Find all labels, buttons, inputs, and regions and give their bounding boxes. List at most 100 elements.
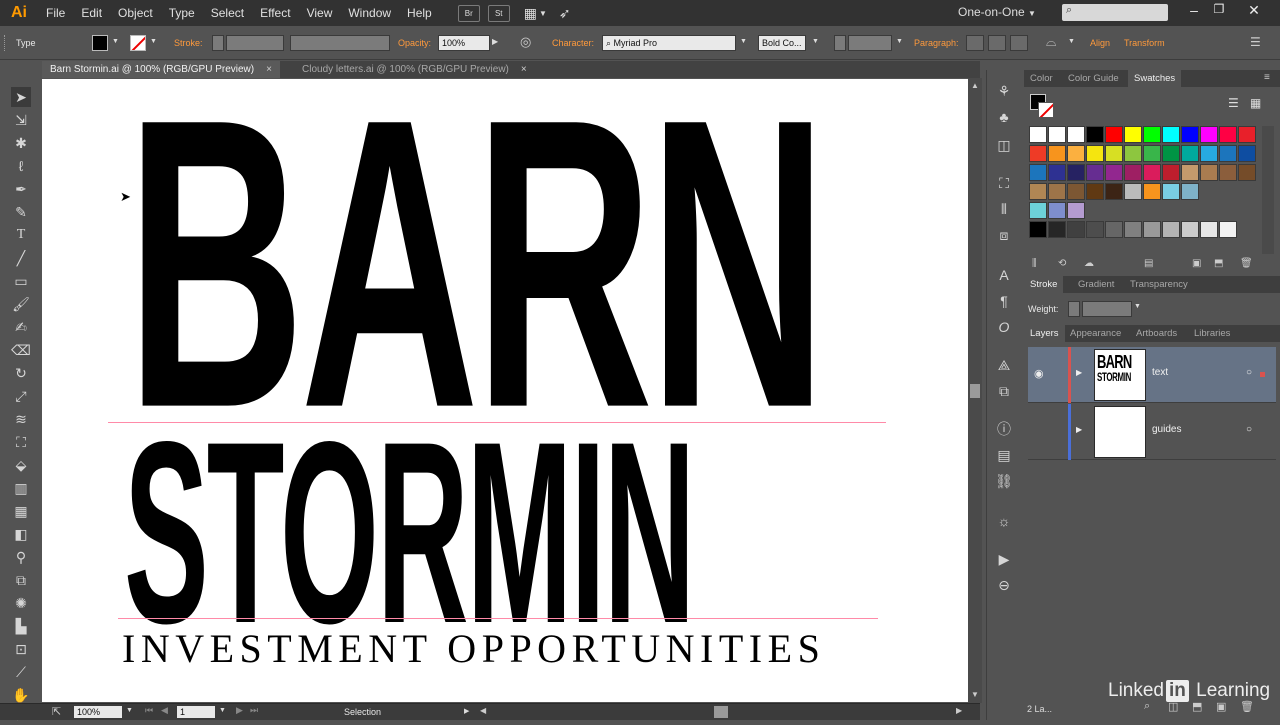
mesh-tool-icon[interactable]: ▦ [11, 501, 31, 521]
artboard-tool-icon[interactable]: ⊡ [11, 639, 31, 659]
new-color-group-icon[interactable]: ▣ [1192, 258, 1201, 269]
color-swatch[interactable] [1181, 126, 1199, 143]
type-tool-icon[interactable]: T [11, 225, 31, 245]
align-link[interactable]: Align [1090, 38, 1110, 48]
menu-view[interactable]: View [299, 6, 341, 20]
color-swatch[interactable] [1029, 183, 1047, 200]
color-swatch[interactable] [1238, 145, 1256, 162]
color-swatch[interactable] [1143, 126, 1161, 143]
color-swatch[interactable] [1086, 145, 1104, 162]
align-icon[interactable]: ⫴ [994, 200, 1014, 218]
menu-effect[interactable]: Effect [252, 6, 298, 20]
color-swatch[interactable] [1105, 164, 1123, 181]
layer-row-text[interactable]: ◉ ▶ BARN STORMIN text ○ [1028, 347, 1276, 403]
menu-object[interactable]: Object [110, 6, 161, 20]
tab-gradient[interactable]: Gradient [1072, 276, 1120, 293]
font-size-stepper[interactable] [834, 35, 846, 51]
restore-icon[interactable]: ❐ [1210, 2, 1228, 20]
color-swatch[interactable] [1048, 126, 1066, 143]
color-swatch[interactable] [1048, 221, 1066, 238]
previous-artboard-icon[interactable]: ◀ [161, 705, 168, 716]
color-swatch[interactable] [1048, 164, 1066, 181]
color-swatch[interactable] [1143, 183, 1161, 200]
paragraph-label[interactable]: Paragraph: [914, 38, 959, 48]
stroke-weight-stepper[interactable] [1068, 301, 1080, 317]
color-swatch[interactable] [1048, 183, 1066, 200]
stock-button[interactable]: St [487, 4, 510, 22]
color-swatch[interactable] [1124, 164, 1142, 181]
stroke-none-swatch[interactable] [1038, 102, 1054, 118]
perspective-grid-tool-icon[interactable]: ▥ [11, 478, 31, 498]
free-transform-tool-icon[interactable]: ⛶ [11, 432, 31, 452]
lasso-tool-icon[interactable]: ℓ [11, 156, 31, 176]
asset-export-icon[interactable]: ⧉ [994, 382, 1014, 400]
gradient-tool-icon[interactable]: ◧ [11, 524, 31, 544]
swatch-libraries-icon[interactable]: ⫼ [1032, 258, 1037, 269]
scale-tool-icon[interactable]: ⤢ [11, 386, 31, 406]
links-icon[interactable]: ⛓ [994, 472, 1014, 490]
add-to-library-icon[interactable]: ⟲ [1058, 258, 1066, 269]
align-center-button[interactable] [988, 35, 1006, 51]
tab-swatches[interactable]: Swatches [1128, 70, 1182, 87]
color-swatch[interactable] [1048, 145, 1066, 162]
color-swatch[interactable] [1029, 202, 1047, 219]
color-swatch[interactable] [1143, 145, 1161, 162]
color-swatch[interactable] [1029, 221, 1047, 238]
visibility-eye-icon[interactable]: ◉ [1034, 367, 1044, 380]
transform-icon[interactable]: ⛶ [994, 174, 1014, 192]
brushes-icon[interactable]: ⚘ [994, 82, 1014, 100]
recolor-artwork-icon[interactable]: ◎ [520, 34, 531, 50]
color-swatch[interactable] [1219, 145, 1237, 162]
pen-tool-icon[interactable]: ✒ [11, 179, 31, 199]
color-swatch[interactable] [1200, 145, 1218, 162]
attributes-icon[interactable]: ▤ [994, 446, 1014, 464]
chevron-down-icon[interactable]: ▼ [112, 38, 119, 45]
transform-link[interactable]: Transform [1124, 38, 1165, 48]
color-swatch[interactable] [1105, 145, 1123, 162]
eraser-tool-icon[interactable]: ⌫ [11, 340, 31, 360]
tab-stroke[interactable]: Stroke [1024, 276, 1064, 293]
vertical-scrollbar[interactable]: ▲ ▼ [968, 78, 982, 703]
color-swatch[interactable] [1029, 145, 1047, 162]
color-swatch[interactable] [1067, 221, 1085, 238]
column-graph-tool-icon[interactable]: ▙ [11, 616, 31, 636]
color-swatch[interactable] [1105, 183, 1123, 200]
chevron-down-icon[interactable]: ▼ [126, 707, 133, 714]
expand-triangle-icon[interactable]: ▶ [1076, 425, 1082, 434]
stormin-text[interactable]: STORMIN [124, 403, 695, 662]
stroke-stepper[interactable] [212, 35, 224, 51]
tab-layers[interactable]: Layers [1024, 325, 1065, 342]
color-swatch[interactable] [1124, 126, 1142, 143]
color-swatch[interactable] [1124, 145, 1142, 162]
color-swatch[interactable] [1143, 164, 1161, 181]
swatch-kind-icon[interactable]: ☁ [1084, 258, 1094, 269]
color-swatch[interactable] [1181, 221, 1199, 238]
color-swatch[interactable] [1219, 126, 1237, 143]
chevron-right-icon[interactable]: ▶ [464, 707, 469, 715]
chevron-down-icon[interactable]: ▼ [150, 38, 157, 45]
warp-tool-icon[interactable]: ≋ [11, 409, 31, 429]
tab-color[interactable]: Color [1024, 70, 1059, 87]
color-swatch[interactable] [1067, 164, 1085, 181]
search-input[interactable]: ⌕ [1062, 4, 1168, 21]
menu-file[interactable]: File [38, 6, 73, 20]
curvature-tool-icon[interactable]: ✎ [11, 202, 31, 222]
panel-menu-icon[interactable]: ☰ [1250, 35, 1261, 49]
chevron-down-icon[interactable]: ▼ [219, 707, 226, 714]
symbol-sprayer-tool-icon[interactable]: ✺ [11, 593, 31, 613]
chevron-down-icon[interactable]: ▼ [539, 9, 547, 18]
color-swatch[interactable] [1086, 221, 1104, 238]
arrange-documents-icon[interactable]: ▦ [524, 5, 537, 22]
color-swatch[interactable] [1219, 221, 1237, 238]
color-swatch[interactable] [1143, 221, 1161, 238]
color-swatch[interactable] [1162, 126, 1180, 143]
close-icon[interactable]: ✕ [1245, 2, 1263, 20]
slice-tool-icon[interactable]: ⟋ [11, 662, 31, 682]
last-artboard-icon[interactable]: ⏭ [250, 705, 258, 716]
stroke-weight-field[interactable] [1082, 301, 1132, 317]
hand-tool-icon[interactable]: ✋ [11, 685, 31, 705]
selection-tool-icon[interactable]: ➤ [11, 87, 31, 107]
scroll-down-icon[interactable]: ▼ [971, 690, 979, 699]
artboard[interactable]: BARN STORMIN INVESTMENT OPPORTUNITIES ➤ [42, 79, 968, 702]
graphic-styles-icon[interactable]: ◫ [994, 136, 1014, 154]
